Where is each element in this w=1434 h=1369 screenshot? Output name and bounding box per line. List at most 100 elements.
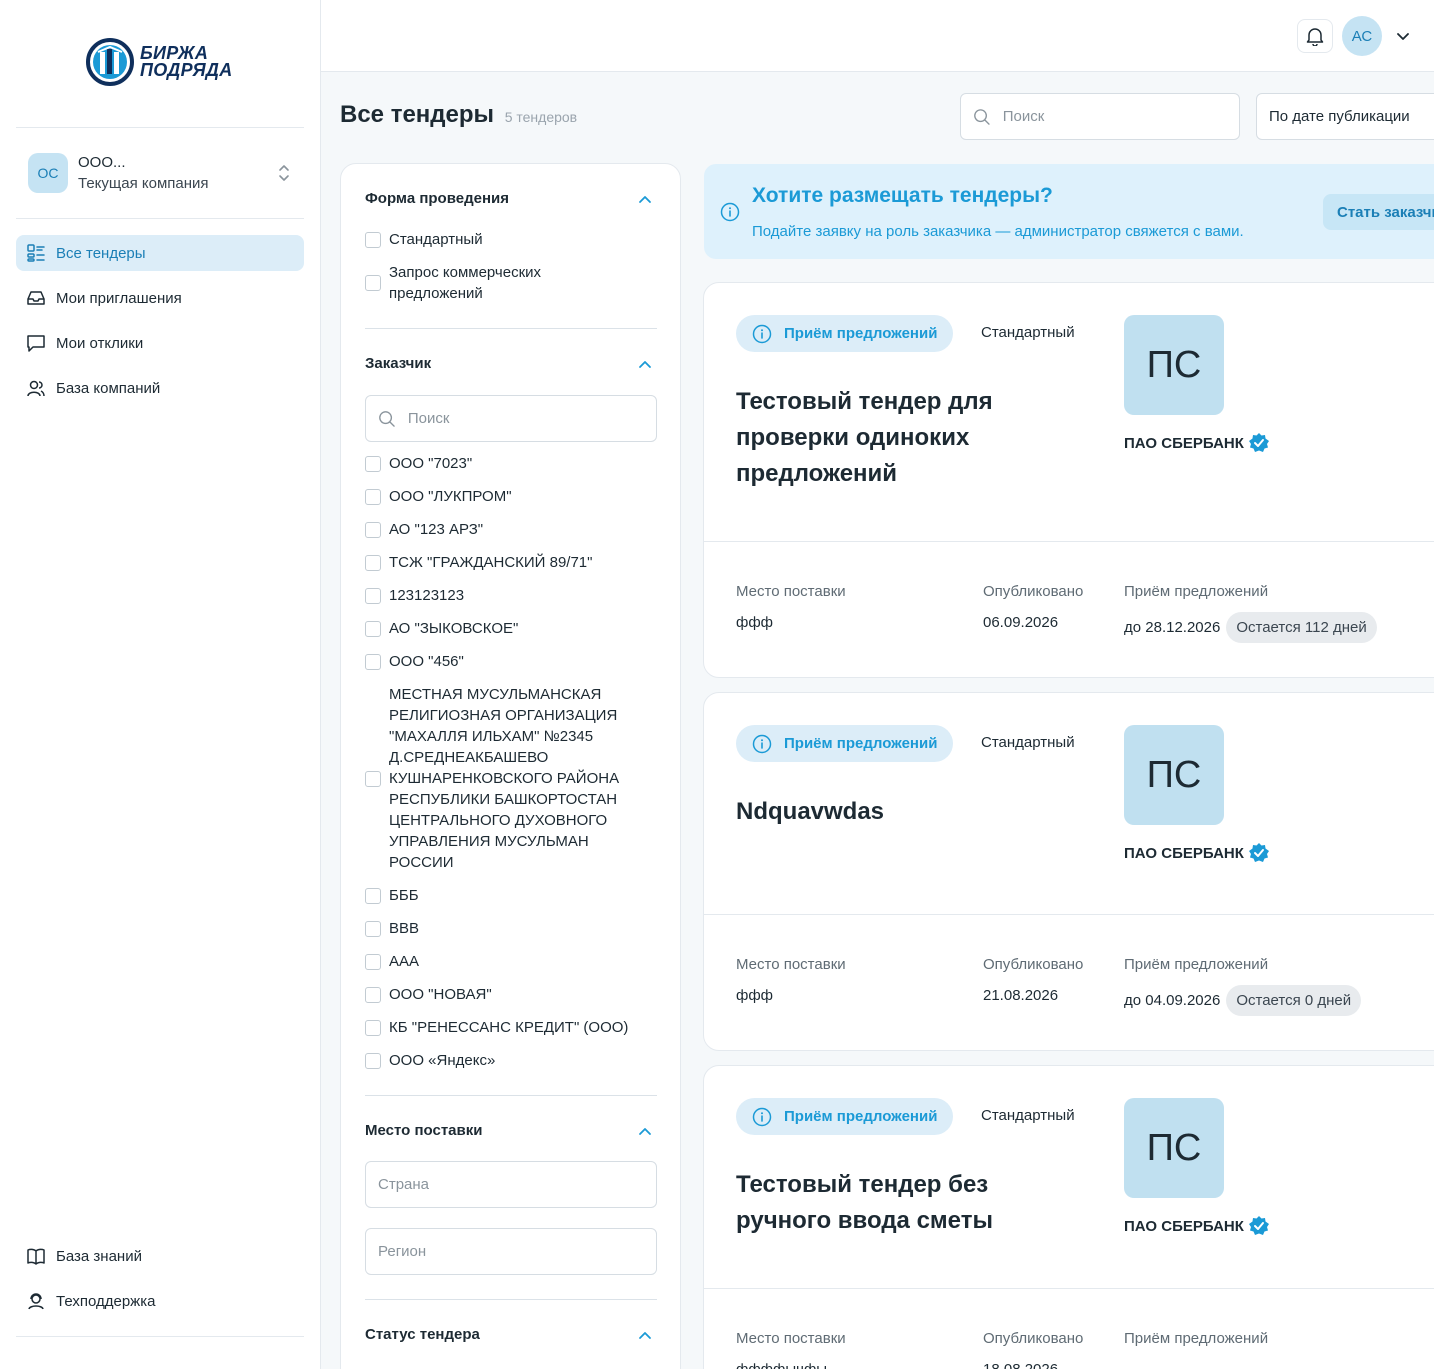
tender-title[interactable]: Ndquavwdas <box>736 794 1066 830</box>
org-name[interactable]: ПАО СБЕРБАНК <box>1124 842 1270 864</box>
filter-option[interactable]: ТСЖ "ГРАЖДАНСКИЙ 89/71" <box>365 552 657 573</box>
option-label: КБ "РЕНЕССАНС КРЕДИТ" (ООО) <box>389 1019 629 1036</box>
users-icon <box>27 380 45 397</box>
checkbox[interactable] <box>365 554 381 571</box>
nav-item-responses[interactable]: Мои отклики <box>16 325 304 361</box>
filter-option[interactable]: ООО "ЛУКПРОМ" <box>365 486 657 507</box>
filter-divider <box>365 1095 657 1096</box>
published-value: 21.08.2026 <box>983 987 1059 1004</box>
filter-option[interactable]: ООО "НОВАЯ" <box>365 984 657 1005</box>
sort-select[interactable]: По дате публикации <box>1256 93 1434 140</box>
nav-item-companies[interactable]: База компаний <box>16 370 304 406</box>
tender-card[interactable]: Приём предложений Стандартный Тестовый т… <box>703 282 1434 678</box>
option-label: БББ <box>389 887 419 904</box>
card-divider <box>704 1288 1434 1289</box>
option-label: 123123123 <box>389 587 465 604</box>
tender-title[interactable]: Тестовый тендер без ручного ввода сметы <box>736 1167 1066 1239</box>
checkbox[interactable] <box>365 770 381 787</box>
nav-item-support[interactable]: Техподдержка <box>16 1283 304 1319</box>
deadline: до 04.09.2026 Остается 0 дней <box>1124 985 1362 1016</box>
country-input[interactable] <box>378 1176 656 1193</box>
region-input[interactable] <box>378 1243 656 1260</box>
location-label: Место поставки <box>736 956 846 973</box>
filter-option[interactable]: БББ <box>365 885 657 906</box>
deadline-value: до 04.09.2026 <box>1124 992 1221 1009</box>
become-customer-button[interactable]: Стать заказчиком <box>1323 194 1434 230</box>
checkbox[interactable] <box>365 521 381 538</box>
location-label: Место поставки <box>736 1330 846 1347</box>
checkbox[interactable] <box>365 275 381 291</box>
checkbox[interactable] <box>365 620 381 637</box>
customer-search[interactable] <box>365 395 657 442</box>
checkbox[interactable] <box>365 653 381 670</box>
banner-title: Хотите размещать тендеры? <box>752 184 1053 207</box>
notifications-button[interactable] <box>1297 19 1333 53</box>
checkbox[interactable] <box>365 455 381 472</box>
nav-item-knowledge-base[interactable]: База знаний <box>16 1238 304 1274</box>
logo-text: БИРЖА ПОДРЯДА <box>140 44 233 79</box>
filter-option[interactable]: Запрос коммерческих предложений <box>365 262 595 304</box>
checkbox[interactable] <box>365 920 381 937</box>
org-name[interactable]: ПАО СБЕРБАНК <box>1124 432 1270 454</box>
filter-option[interactable]: АО "ЗЫКОВСКОЕ" <box>365 618 657 639</box>
checkbox[interactable] <box>365 986 381 1003</box>
tender-card[interactable]: Приём предложений Стандартный Тестовый т… <box>703 1065 1434 1369</box>
become-customer-banner: Хотите размещать тендеры? Подайте заявку… <box>704 164 1434 259</box>
country-field[interactable] <box>365 1161 657 1208</box>
company-name: ООО... <box>78 154 126 171</box>
checkbox[interactable] <box>365 231 381 248</box>
filter-option[interactable]: ААА <box>365 951 657 972</box>
card-divider <box>704 541 1434 542</box>
inbox-icon <box>27 291 45 305</box>
checkbox[interactable] <box>365 1019 381 1036</box>
org-name-text: ПАО СБЕРБАНК <box>1124 1217 1244 1235</box>
filter-option[interactable]: КБ "РЕНЕССАНС КРЕДИТ" (ООО) <box>365 1017 657 1038</box>
checkbox[interactable] <box>365 488 381 505</box>
filter-status-title: Статус тендера <box>365 1326 480 1343</box>
org-avatar: ПС <box>1124 315 1224 415</box>
info-icon <box>752 1107 772 1126</box>
company-switcher[interactable]: ОС ООО... Текущая компания <box>16 140 304 206</box>
nav-item-invitations[interactable]: Мои приглашения <box>16 280 304 316</box>
filter-option[interactable]: АО "123 АРЗ" <box>365 519 657 540</box>
checkbox[interactable] <box>365 587 381 604</box>
filter-option[interactable]: Стандартный <box>365 229 657 250</box>
org-name-text: ПАО СБЕРБАНК <box>1124 844 1244 862</box>
user-avatar[interactable]: АС <box>1342 16 1382 56</box>
filter-location-title: Место поставки <box>365 1122 483 1139</box>
nav-label: Мои приглашения <box>56 289 182 307</box>
filter-option[interactable]: ВВВ <box>365 918 657 939</box>
chevron-up-icon[interactable] <box>637 1328 653 1344</box>
filter-option[interactable]: МЕСТНАЯ МУСУЛЬМАНСКАЯ РЕЛИГИОЗНАЯ ОРГАНИ… <box>365 684 635 873</box>
search-icon <box>974 108 990 125</box>
tender-form: Стандартный <box>981 734 1075 751</box>
filter-divider <box>365 1299 657 1300</box>
filter-option[interactable]: ООО «Яндекс» <box>365 1050 657 1071</box>
filter-option[interactable]: ООО "7023" <box>365 453 657 474</box>
chevron-updown-icon <box>279 165 289 181</box>
checkbox[interactable] <box>365 887 381 904</box>
filter-option[interactable]: 123123123 <box>365 585 657 606</box>
customer-search-input[interactable] <box>407 410 656 427</box>
nav-item-all-tenders[interactable]: Все тендеры <box>16 235 304 271</box>
card-divider <box>704 914 1434 915</box>
chevron-up-icon[interactable] <box>637 192 653 208</box>
search-input[interactable] <box>1002 108 1239 125</box>
tender-card[interactable]: Приём предложений Стандартный Ndquavwdas… <box>703 692 1434 1051</box>
region-field[interactable] <box>365 1228 657 1275</box>
nav-label: База знаний <box>56 1247 142 1265</box>
checkbox[interactable] <box>365 1052 381 1069</box>
search-box[interactable] <box>960 93 1240 140</box>
logo[interactable]: БИРЖА ПОДРЯДА <box>86 38 233 86</box>
chevron-up-icon[interactable] <box>637 357 653 373</box>
chevron-down-icon[interactable] <box>1395 28 1411 44</box>
tender-title[interactable]: Тестовый тендер для проверки одиноких пр… <box>736 384 1066 492</box>
chevron-up-icon[interactable] <box>637 1124 653 1140</box>
filter-option[interactable]: ООО "456" <box>365 651 657 672</box>
org-name[interactable]: ПАО СБЕРБАНК <box>1124 1215 1270 1237</box>
tender-count: 5 тендеров <box>504 109 578 125</box>
published-value: 18.08.2026 <box>983 1361 1058 1369</box>
location-label: Место поставки <box>736 583 846 600</box>
option-label: АО "123 АРЗ" <box>389 521 484 538</box>
checkbox[interactable] <box>365 953 381 970</box>
